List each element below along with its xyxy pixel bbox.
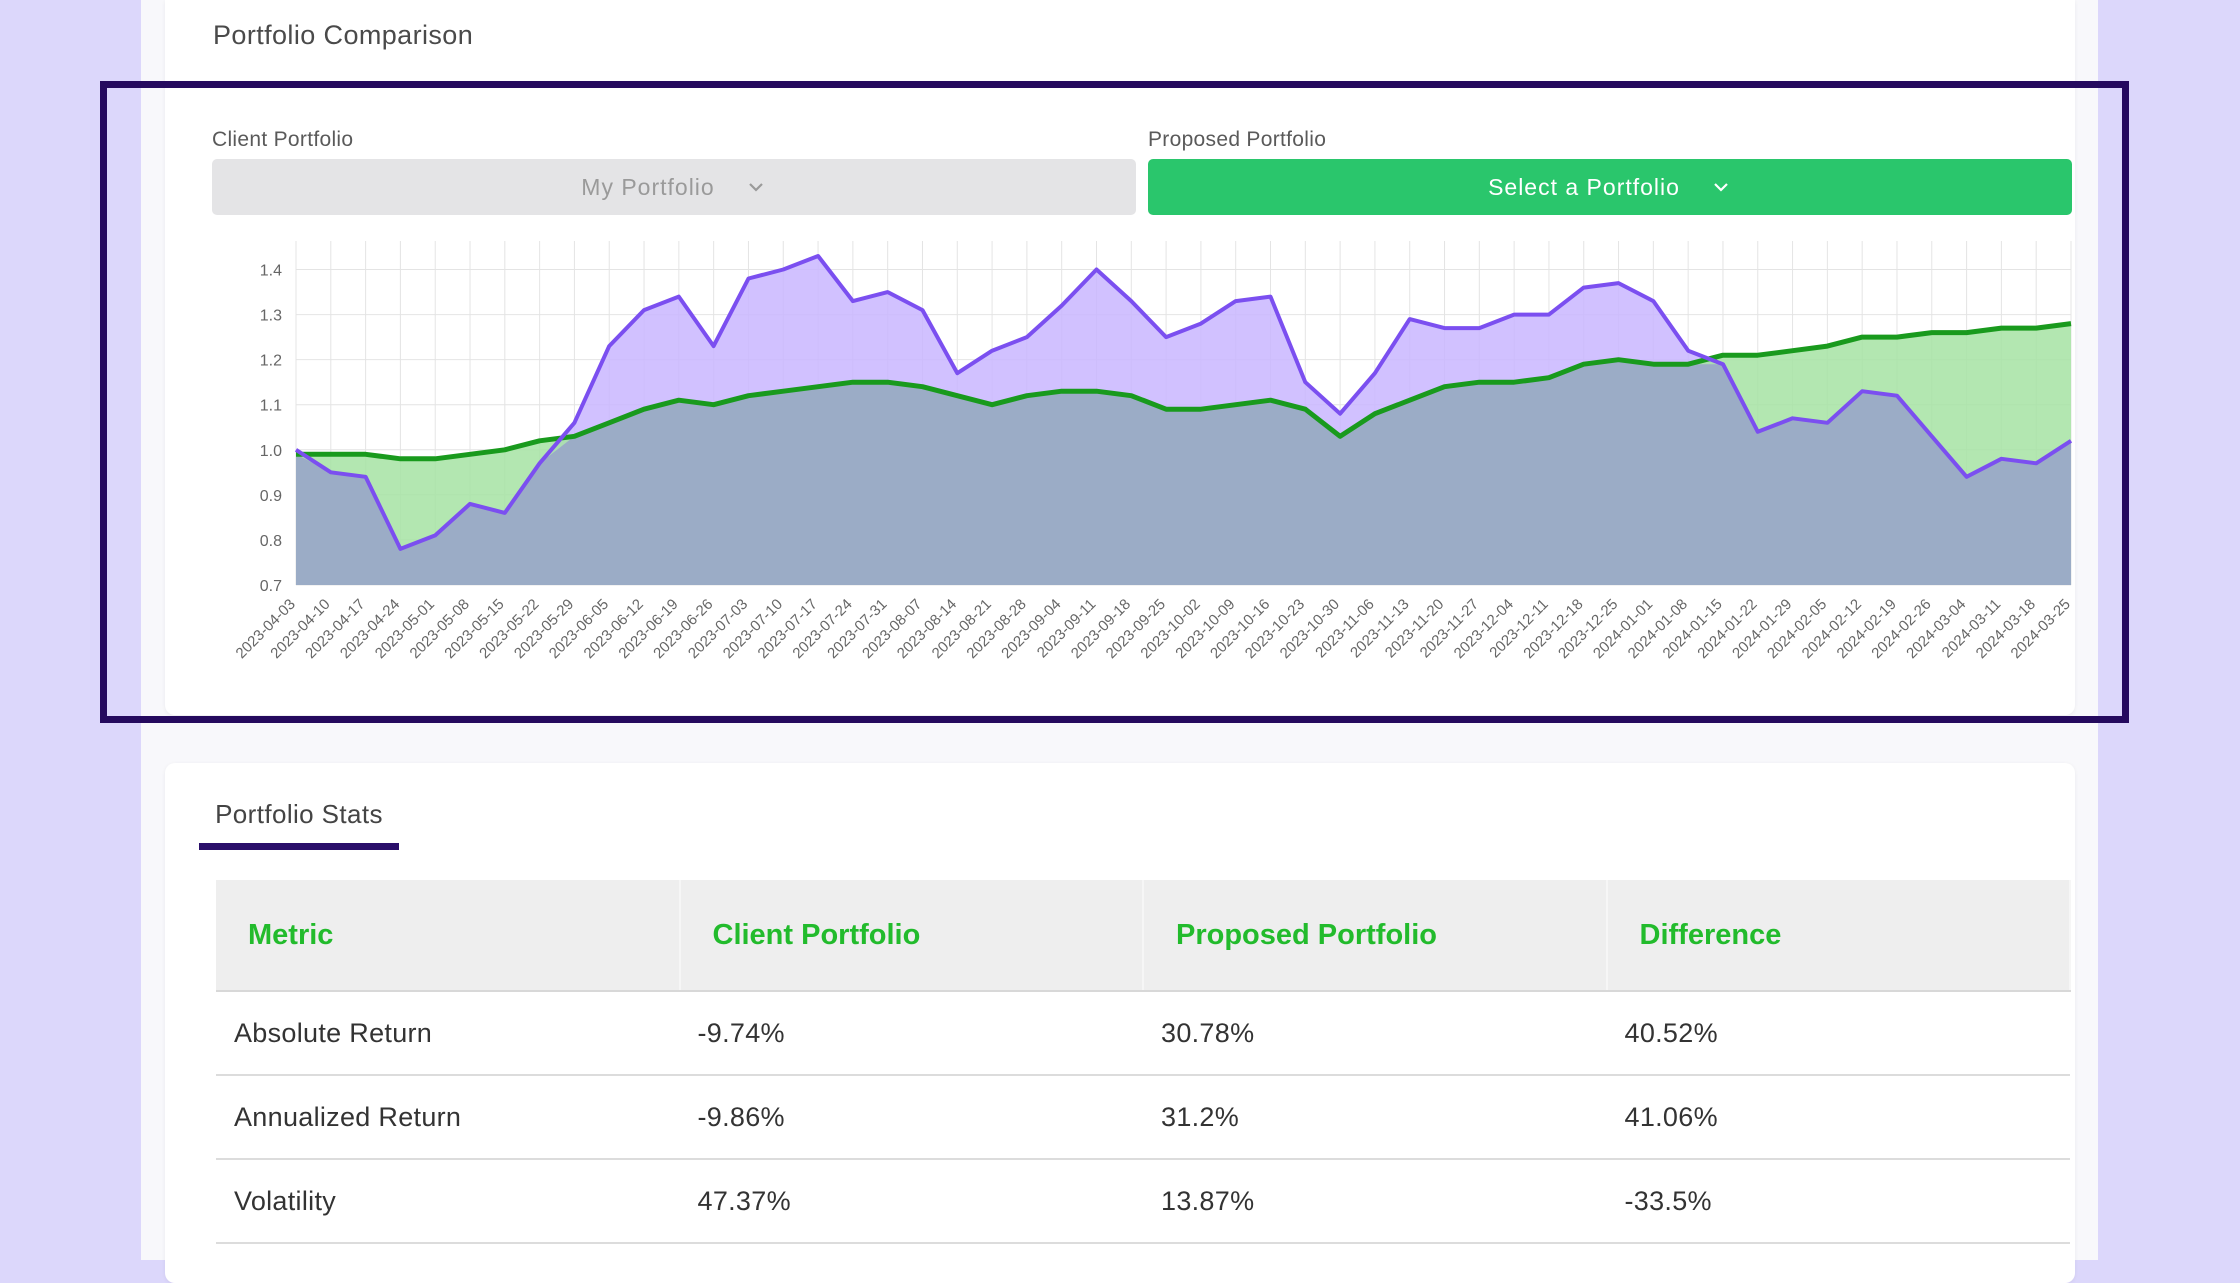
client-value-cell: -9.86%	[679, 1075, 1143, 1160]
active-tab-indicator	[199, 843, 399, 850]
column-header: Metric	[216, 880, 681, 992]
difference-cell: 40.52%	[1606, 991, 2070, 1076]
comparison-panel: Portfolio Comparison Client Portfolio My…	[165, 0, 2075, 715]
y-tick-label: 1.1	[260, 398, 282, 415]
page-title: Portfolio Comparison	[213, 20, 474, 50]
column-header: Difference	[1606, 880, 2071, 992]
proposed-value-cell: 13.87%	[1143, 1159, 1607, 1244]
client-portfolio-select[interactable]: My Portfolio	[212, 159, 1136, 215]
y-tick-label: 1.4	[260, 263, 282, 280]
stats-panel: Portfolio Stats Metric Client Portfolio …	[165, 763, 2075, 1283]
client-portfolio-label: Client Portfolio	[212, 128, 354, 151]
table-header-row: Metric Client Portfolio Proposed Portfol…	[216, 880, 2071, 992]
y-tick-label: 0.8	[260, 533, 282, 550]
table-row: Annualized Return -9.86% 31.2% 41.06%	[216, 1075, 2070, 1160]
proposed-portfolio-select[interactable]: Select a Portfolio	[1148, 159, 2072, 215]
client-portfolio-value: My Portfolio	[581, 173, 715, 200]
chevron-down-icon	[748, 183, 763, 192]
proposed-value-cell: 30.78%	[1143, 991, 1607, 1076]
proposed-portfolio-value: Select a Portfolio	[1488, 173, 1680, 200]
portfolio-chart: 0.7 0.8 0.9 1.0 1.1 1.2 1.3 1.4 2023-04-03 2023-0…	[165, 226, 2122, 716]
difference-cell: 41.06%	[1606, 1075, 2070, 1160]
difference-cell: -33.5%	[1606, 1159, 2070, 1244]
table-row: Absolute Return -9.74% 30.78% 40.52%	[216, 991, 2070, 1076]
y-tick-label: 1.3	[260, 308, 282, 325]
metric-cell: Annualized Return	[216, 1075, 680, 1160]
column-header: Proposed Portfolio	[1143, 880, 1608, 992]
page: Portfolio Comparison Client Portfolio My…	[141, 0, 2098, 1283]
portfolio-chart-svg: 0.70.80.91.01.11.21.31.42023-04-032023-0…	[233, 241, 2074, 662]
client-value-cell: -9.74%	[679, 991, 1143, 1076]
y-tick-label: 1.2	[260, 353, 282, 370]
metric-cell: Absolute Return	[216, 991, 680, 1076]
table-row: Volatility 47.37% 13.87% -33.5%	[216, 1159, 2070, 1244]
stats-table: Metric Client Portfolio Proposed Portfol…	[216, 880, 2071, 1244]
y-tick-label: 0.9	[260, 488, 282, 505]
client-value-cell: 47.37%	[679, 1159, 1143, 1244]
y-tick-label: 1.0	[260, 443, 282, 460]
y-tick-label: 0.7	[260, 578, 282, 595]
proposed-value-cell: 31.2%	[1143, 1075, 1607, 1160]
metric-cell: Volatility	[216, 1159, 680, 1244]
proposed-portfolio-label: Proposed Portfolio	[1148, 128, 1327, 151]
chevron-down-icon	[1714, 183, 1728, 192]
column-header: Client Portfolio	[679, 880, 1144, 992]
